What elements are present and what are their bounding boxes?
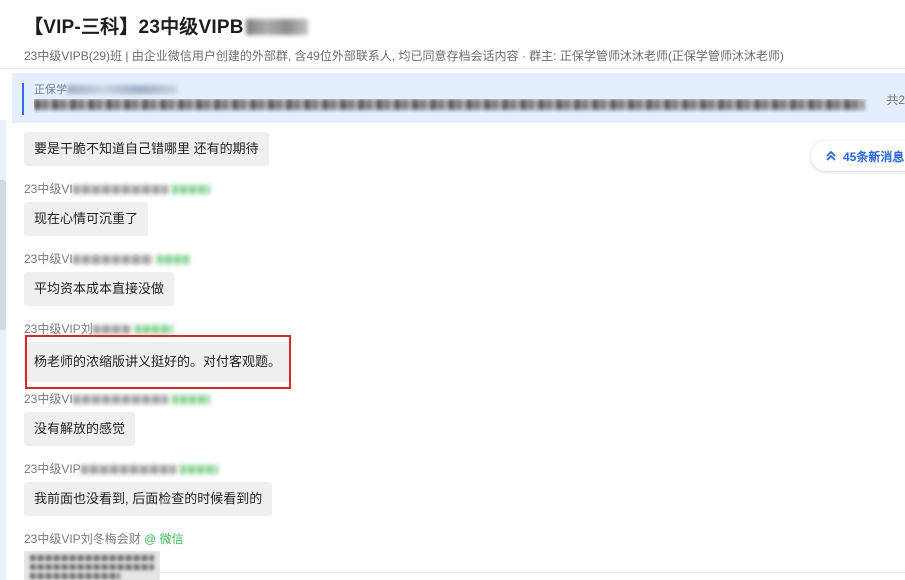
blurred-notice-text [34, 99, 864, 110]
chat-title-text: 【VIP-三科】23中级VIPB [24, 17, 244, 38]
wechat-tag: @ 微信 [144, 532, 184, 546]
message-bubble[interactable]: 没有解放的感觉 [24, 412, 136, 446]
blurred-title-part [245, 19, 308, 35]
notice-accent-bar [22, 83, 24, 115]
double-chevron-up-icon [826, 150, 836, 161]
message-bubble[interactable]: 现在心情可沉重了 [24, 202, 149, 236]
blurred-tag [171, 185, 210, 194]
new-messages-label: 45条新消息 [843, 149, 905, 164]
chat-header: 【VIP-三科】23中级VIPB 23中级VIPB(29)班 | 由企业微信用户… [24, 12, 905, 64]
blurred-tag [156, 255, 189, 264]
footer-divider [160, 572, 905, 573]
chat-title: 【VIP-三科】23中级VIPB [24, 12, 905, 39]
message-bubble[interactable]: 我前面也没看到, 后面检查的时候看到的 [24, 482, 273, 516]
blurred-sender [72, 395, 168, 404]
group-notice-bar[interactable]: 正保学 共2 [12, 73, 905, 123]
red-highlight-box [25, 335, 291, 389]
blurred-tag [179, 465, 218, 474]
sender-name: 23中级VIP [24, 462, 81, 476]
sender-name: 23中级VI [24, 392, 73, 406]
blurred-sender [92, 325, 131, 334]
message-bubble[interactable]: 要是干脆不知道自己错哪里 还有的期待 [24, 132, 269, 166]
image-message-thumbnail[interactable] [24, 551, 160, 580]
sender-name: 23中级VI [24, 182, 73, 196]
sender-name: 23中级VI [24, 252, 73, 266]
sender-name: 23中级VIP刘冬梅会财 [24, 532, 141, 546]
blurred-image-line [30, 555, 154, 561]
notice-content [34, 99, 874, 113]
blurred-sender [72, 185, 168, 194]
blurred-image-line [30, 573, 120, 579]
message-item: 23中级VI 现在心情可沉重了 [24, 181, 210, 236]
sender-name: 23中级VIP刘 [24, 322, 93, 336]
blurred-sender [80, 465, 176, 474]
message-item: 要是干脆不知道自己错哪里 还有的期待 [24, 132, 269, 166]
message-bubble[interactable]: 平均资本成本直接没做 [24, 272, 175, 306]
blurred-notice-source [67, 85, 177, 94]
message-sender[interactable]: 23中级VI [24, 181, 210, 197]
message-sender[interactable]: 23中级VIP刘冬梅会财 @ 微信 [24, 531, 184, 547]
left-rail-knob[interactable] [0, 180, 6, 330]
blurred-sender [72, 255, 153, 264]
new-messages-button[interactable]: 45条新消息 [811, 141, 905, 171]
message-item: 23中级VI 平均资本成本直接没做 [24, 251, 189, 306]
chat-subtitle: 23中级VIPB(29)班 | 由企业微信用户创建的外部群, 含49位外部联系人… [24, 49, 784, 63]
notice-count[interactable]: 共2 [886, 91, 905, 108]
message-item: 23中级VIP刘冬梅会财 @ 微信 [24, 531, 184, 547]
notice-source: 正保学 [34, 81, 177, 97]
header-divider [0, 68, 905, 69]
message-sender[interactable]: 23中级VIP [24, 461, 272, 477]
message-item: 23中级VIP 我前面也没看到, 后面检查的时候看到的 [24, 461, 273, 516]
message-sender[interactable]: 23中级VI [24, 391, 210, 407]
message-sender[interactable]: 23中级VI [24, 251, 189, 267]
blurred-tag [134, 325, 173, 334]
blurred-tag [171, 395, 210, 404]
message-item: 23中级VI 没有解放的感觉 [24, 391, 210, 446]
notice-label: 正保学 [34, 84, 67, 96]
blurred-image-line [30, 564, 154, 570]
left-scroll-rail[interactable] [0, 120, 6, 580]
